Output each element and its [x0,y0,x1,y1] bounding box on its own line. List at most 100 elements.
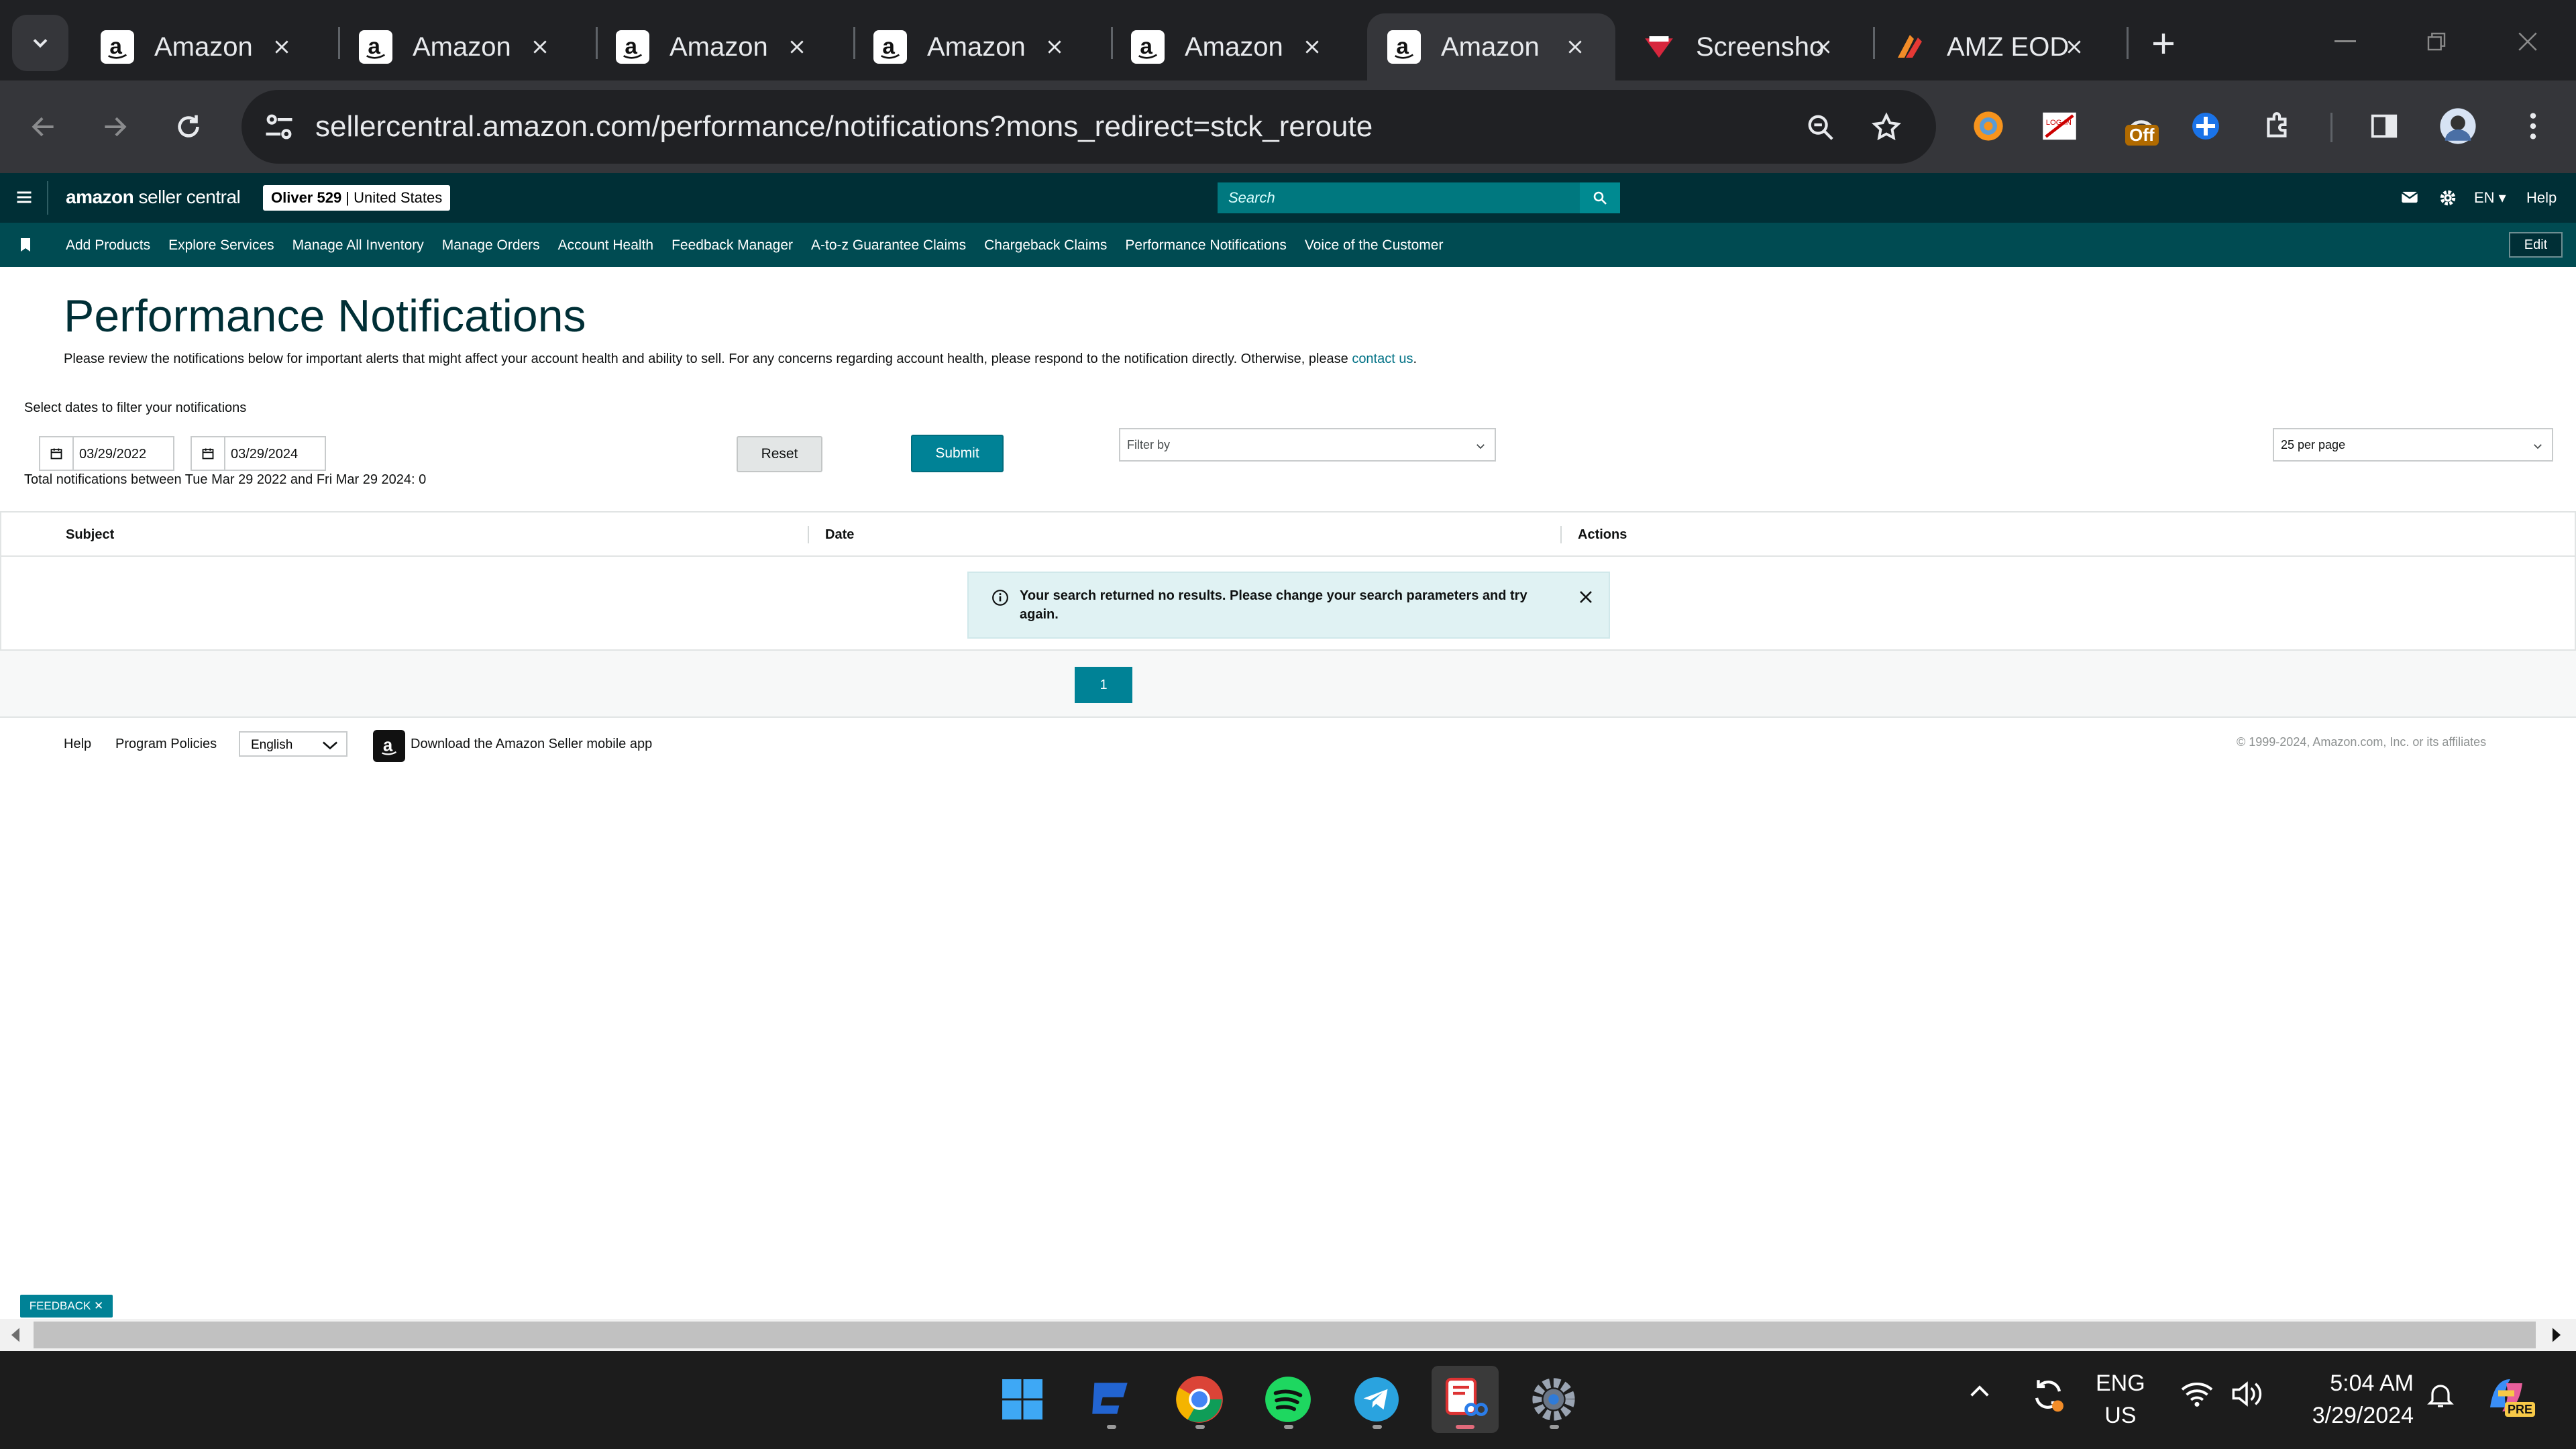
account-switcher[interactable]: Oliver 529 | United States [263,185,451,211]
browser-tab[interactable]: a Amazon [80,13,322,80]
browser-tab[interactable]: a Amazon [1111,13,1352,80]
help-link[interactable]: Help [2526,189,2557,207]
mail-icon[interactable] [2400,188,2419,207]
footer-help-link[interactable]: Help [64,737,91,752]
copilot-badge: PRE [2505,1402,2536,1417]
program-policies-link[interactable]: Program Policies [115,737,217,752]
nav-a-to-z-claims[interactable]: A-to-z Guarantee Claims [811,237,966,254]
per-page-select[interactable]: 25 per page [2273,428,2553,462]
taskbar-snipping-tool[interactable] [1432,1366,1499,1433]
start-button[interactable] [989,1366,1056,1433]
nav-manage-orders[interactable]: Manage Orders [442,237,540,254]
seller-central-logo[interactable]: amazon seller central [66,186,241,208]
nav-voice-of-customer[interactable]: Voice of the Customer [1305,237,1444,254]
nav-performance-notifications[interactable]: Performance Notifications [1125,237,1286,254]
clock[interactable]: 5:04 AM 3/29/2024 [2293,1367,2414,1432]
search-input[interactable]: Search [1218,182,1580,213]
close-icon[interactable] [1297,32,1327,62]
browser-tab[interactable]: a Amazon [339,13,580,80]
contact-us-link[interactable]: contact us [1352,352,1413,366]
search-button[interactable] [1580,182,1620,213]
address-bar[interactable]: sellercentral.amazon.com/performance/not… [241,90,1936,164]
close-icon[interactable] [525,32,555,62]
end-date-field[interactable]: 03/29/2024 [191,436,326,471]
close-icon[interactable] [1560,32,1590,62]
svg-text:a: a [1140,34,1152,59]
feedback-button[interactable]: FEEDBACK ✕ [20,1295,113,1318]
copilot-icon[interactable]: PRE [2482,1371,2536,1425]
tray-overflow-icon[interactable] [1966,1378,1994,1406]
page-number-button[interactable]: 1 [1075,667,1132,703]
extensions-puzzle-icon[interactable] [2258,106,2298,146]
taskbar-chrome[interactable] [1166,1366,1233,1433]
extension-blue-icon[interactable] [2186,106,2226,146]
column-subject[interactable]: Subject [66,527,114,543]
nav-chargeback-claims[interactable]: Chargeback Claims [984,237,1107,254]
close-icon[interactable] [1040,32,1069,62]
volume-icon[interactable] [2229,1378,2265,1410]
notifications-icon[interactable] [2424,1378,2457,1413]
reload-button[interactable] [164,102,213,152]
language-selector[interactable]: EN ▾ [2474,189,2506,207]
scrollbar-thumb[interactable] [34,1322,2536,1348]
taskbar-telegram[interactable] [1343,1366,1410,1433]
browser-menu-icon[interactable] [2513,106,2553,146]
extension-orange-icon[interactable] [1968,106,2008,146]
tab-search-button[interactable] [12,15,68,71]
edit-bookmarks-button[interactable]: Edit [2509,232,2563,258]
taskbar-app-blue[interactable] [1077,1366,1144,1433]
browser-tab[interactable]: a Amazon [853,13,1095,80]
bookmark-star-icon[interactable] [1868,109,1905,146]
nav-explore-services[interactable]: Explore Services [168,237,274,254]
close-icon[interactable] [267,32,297,62]
site-settings-icon[interactable] [262,108,297,146]
footer-language-select[interactable]: English [239,731,347,757]
horizontal-scrollbar[interactable] [0,1319,2576,1351]
reset-button[interactable]: Reset [737,436,822,472]
settings-gear-icon[interactable] [2438,188,2458,208]
sync-icon[interactable] [2029,1375,2068,1414]
extension-off-icon[interactable]: Off [2113,106,2169,146]
restore-button[interactable] [2410,20,2463,63]
filter-by-select[interactable]: Filter by [1119,428,1496,462]
submit-button[interactable]: Submit [911,435,1004,472]
input-language-indicator[interactable]: ENG US [2096,1367,2145,1432]
calendar-icon[interactable] [40,437,74,470]
login-extension-icon[interactable]: LOG IN [2039,106,2080,146]
amazon-app-icon[interactable]: a [373,730,405,762]
back-button[interactable] [19,102,68,152]
browser-tab-active[interactable]: a Amazon [1367,13,1615,80]
minimize-button[interactable] [2318,20,2372,63]
browser-tab[interactable]: AMZ EOD [1873,13,2114,80]
calendar-icon[interactable] [192,437,225,470]
download-app-link[interactable]: Download the Amazon Seller mobile app [411,737,652,752]
browser-tab[interactable]: Screensho [1622,13,1864,80]
browser-tab[interactable]: a Amazon [596,13,837,80]
nav-add-products[interactable]: Add Products [66,237,150,254]
nav-manage-all-inventory[interactable]: Manage All Inventory [292,237,424,254]
side-panel-icon[interactable] [2364,106,2404,146]
close-icon[interactable] [1809,32,1838,62]
start-date-field[interactable]: 03/29/2022 [39,436,174,471]
forward-button[interactable] [90,102,140,152]
pagination-bar: 1 [0,651,2576,718]
new-tab-button[interactable] [2140,20,2187,67]
close-icon[interactable] [1578,589,1594,605]
taskbar-spotify[interactable] [1254,1366,1322,1433]
close-icon[interactable] [2059,32,2089,62]
bookmark-icon[interactable] [19,237,32,252]
wifi-icon[interactable] [2179,1379,2215,1409]
zoom-icon[interactable] [1802,109,1839,146]
profile-avatar[interactable] [2438,106,2478,146]
close-icon[interactable] [782,32,812,62]
taskbar-settings[interactable] [1520,1366,1587,1433]
nav-feedback-manager[interactable]: Feedback Manager [672,237,793,254]
hamburger-menu-icon[interactable] [15,188,34,207]
nav-account-health[interactable]: Account Health [558,237,653,254]
amz-eod-icon [1893,30,1927,64]
column-date[interactable]: Date [825,527,854,543]
close-window-button[interactable] [2501,20,2555,63]
no-results-alert: Your search returned no results. Please … [967,572,1610,639]
scroll-left-icon[interactable] [9,1327,21,1343]
scroll-right-icon[interactable] [2551,1327,2563,1343]
